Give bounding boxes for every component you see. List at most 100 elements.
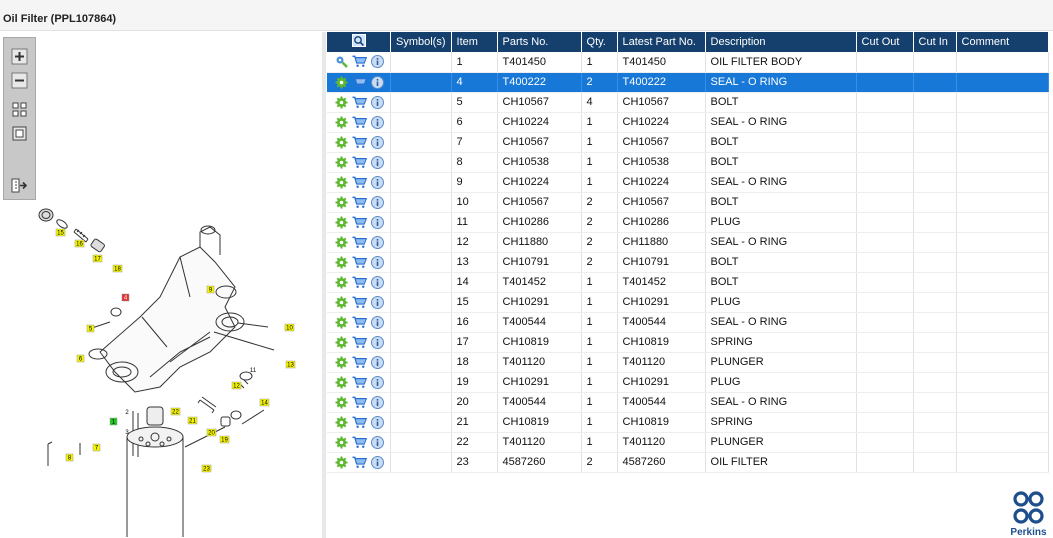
options-gear-icon[interactable]: [334, 335, 349, 350]
part-info-icon[interactable]: [370, 175, 385, 190]
part-info-icon[interactable]: [370, 95, 385, 110]
options-gear-icon[interactable]: [334, 355, 349, 370]
options-gear-icon[interactable]: [334, 195, 349, 210]
parts-table-row[interactable]: 13 CH10791 2 CH10791 BOLT: [327, 252, 1049, 273]
parts-table-row[interactable]: 4 T400222 2 T400222 SEAL - O RING: [327, 72, 1049, 93]
parts-table-row[interactable]: 14 T401452 1 T401452 BOLT: [327, 272, 1049, 293]
parts-table-row[interactable]: 17 CH10819 1 CH10819 SPRING: [327, 332, 1049, 353]
add-to-cart-icon[interactable]: [352, 235, 367, 250]
part-info-icon[interactable]: [370, 215, 385, 230]
options-gear-icon[interactable]: [334, 255, 349, 270]
options-gear-icon[interactable]: [334, 315, 349, 330]
add-to-cart-icon[interactable]: [352, 455, 367, 470]
options-gear-icon[interactable]: [334, 115, 349, 130]
part-info-icon[interactable]: [370, 295, 385, 310]
options-gear-icon[interactable]: [334, 215, 349, 230]
column-header-description[interactable]: Description: [705, 32, 857, 52]
column-header-comment[interactable]: Comment: [956, 32, 1049, 52]
column-header-item[interactable]: Item: [451, 32, 498, 52]
options-gear-icon[interactable]: [334, 375, 349, 390]
export-button[interactable]: [10, 176, 29, 195]
parts-table-row[interactable]: 22 T401120 1 T401120 PLUNGER: [327, 432, 1049, 453]
part-info-icon[interactable]: [370, 355, 385, 370]
options-gear-icon[interactable]: [334, 455, 349, 470]
options-gear-icon[interactable]: [334, 155, 349, 170]
parts-table-row[interactable]: 21 CH10819 1 CH10819 SPRING: [327, 412, 1049, 433]
part-info-icon[interactable]: [370, 335, 385, 350]
parts-table-row[interactable]: 12 CH11880 2 CH11880 SEAL - O RING: [327, 232, 1049, 253]
part-info-icon[interactable]: [370, 275, 385, 290]
column-header-symbols[interactable]: Symbol(s): [390, 32, 452, 52]
add-to-cart-icon[interactable]: [352, 275, 367, 290]
options-gear-icon[interactable]: [334, 295, 349, 310]
part-info-icon[interactable]: [370, 255, 385, 270]
part-info-icon[interactable]: [370, 195, 385, 210]
part-info-icon[interactable]: [370, 115, 385, 130]
pane-splitter[interactable]: [322, 32, 326, 538]
parts-table-row[interactable]: 18 T401120 1 T401120 PLUNGER: [327, 352, 1049, 373]
part-info-icon[interactable]: [370, 395, 385, 410]
options-gear-icon[interactable]: [334, 95, 349, 110]
add-to-cart-icon[interactable]: [352, 75, 367, 90]
add-to-cart-icon[interactable]: [352, 335, 367, 350]
zoom-out-button[interactable]: [10, 71, 29, 90]
column-header-qty[interactable]: Qty.: [581, 32, 618, 52]
options-gear-icon[interactable]: [334, 135, 349, 150]
exploded-parts-diagram[interactable]: 15 16 17 18 9 4 5 10 6 13 12 14 22 21 1 …: [30, 192, 320, 537]
parts-table-row[interactable]: 5 CH10567 4 CH10567 BOLT: [327, 92, 1049, 113]
options-gear-icon[interactable]: [334, 395, 349, 410]
part-info-icon[interactable]: [370, 315, 385, 330]
column-header-parts-no[interactable]: Parts No.: [497, 32, 582, 52]
column-header-cut-out[interactable]: Cut Out: [856, 32, 914, 52]
options-gear-icon[interactable]: [334, 175, 349, 190]
part-info-icon[interactable]: [370, 435, 385, 450]
add-to-cart-icon[interactable]: [352, 355, 367, 370]
part-info-icon[interactable]: [370, 155, 385, 170]
add-to-cart-icon[interactable]: [352, 295, 367, 310]
parts-table-row[interactable]: 20 T400544 1 T400544 SEAL - O RING: [327, 392, 1049, 413]
add-to-cart-icon[interactable]: [352, 215, 367, 230]
add-to-cart-icon[interactable]: [352, 155, 367, 170]
add-to-cart-icon[interactable]: [352, 375, 367, 390]
parts-table-row[interactable]: 8 CH10538 1 CH10538 BOLT: [327, 152, 1049, 173]
part-info-icon[interactable]: [370, 135, 385, 150]
options-gear-icon[interactable]: [334, 54, 349, 69]
parts-table-row[interactable]: 10 CH10567 2 CH10567 BOLT: [327, 192, 1049, 213]
options-gear-icon[interactable]: [334, 435, 349, 450]
parts-table-row[interactable]: 7 CH10567 1 CH10567 BOLT: [327, 132, 1049, 153]
add-to-cart-icon[interactable]: [352, 95, 367, 110]
add-to-cart-icon[interactable]: [352, 435, 367, 450]
fit-all-button[interactable]: [10, 100, 29, 119]
column-header-latest-part-no[interactable]: Latest Part No.: [617, 32, 706, 52]
part-info-icon[interactable]: [370, 235, 385, 250]
add-to-cart-icon[interactable]: [352, 255, 367, 270]
parts-table-row[interactable]: 15 CH10291 1 CH10291 PLUG: [327, 292, 1049, 313]
options-gear-icon[interactable]: [334, 75, 349, 90]
parts-table-row[interactable]: 16 T400544 1 T400544 SEAL - O RING: [327, 312, 1049, 333]
parts-table-row[interactable]: 23 4587260 2 4587260 OIL FILTER: [327, 452, 1049, 473]
zoom-in-button[interactable]: [10, 47, 29, 66]
add-to-cart-icon[interactable]: [352, 395, 367, 410]
part-info-icon[interactable]: [370, 455, 385, 470]
options-gear-icon[interactable]: [334, 275, 349, 290]
parts-table-row[interactable]: 9 CH10224 1 CH10224 SEAL - O RING: [327, 172, 1049, 193]
add-to-cart-icon[interactable]: [352, 54, 367, 69]
add-to-cart-icon[interactable]: [352, 175, 367, 190]
add-to-cart-icon[interactable]: [352, 115, 367, 130]
part-info-icon[interactable]: [370, 75, 385, 90]
add-to-cart-icon[interactable]: [352, 415, 367, 430]
column-header-cut-in[interactable]: Cut In: [913, 32, 957, 52]
options-gear-icon[interactable]: [334, 235, 349, 250]
fit-window-button[interactable]: [10, 124, 29, 143]
parts-table-row[interactable]: 19 CH10291 1 CH10291 PLUG: [327, 372, 1049, 393]
add-to-cart-icon[interactable]: [352, 135, 367, 150]
part-info-icon[interactable]: [370, 415, 385, 430]
diagram-pane[interactable]: 15 16 17 18 9 4 5 10 6 13 12 14 22 21 1 …: [0, 32, 322, 538]
part-info-icon[interactable]: [370, 54, 385, 69]
add-to-cart-icon[interactable]: [352, 315, 367, 330]
column-header-actions[interactable]: [327, 32, 391, 52]
add-to-cart-icon[interactable]: [352, 195, 367, 210]
parts-table-row[interactable]: 1 T401450 1 T401450 OIL FILTER BODY: [327, 52, 1049, 73]
parts-table-row[interactable]: 11 CH10286 2 CH10286 PLUG: [327, 212, 1049, 233]
parts-table-row[interactable]: 6 CH10224 1 CH10224 SEAL - O RING: [327, 112, 1049, 133]
